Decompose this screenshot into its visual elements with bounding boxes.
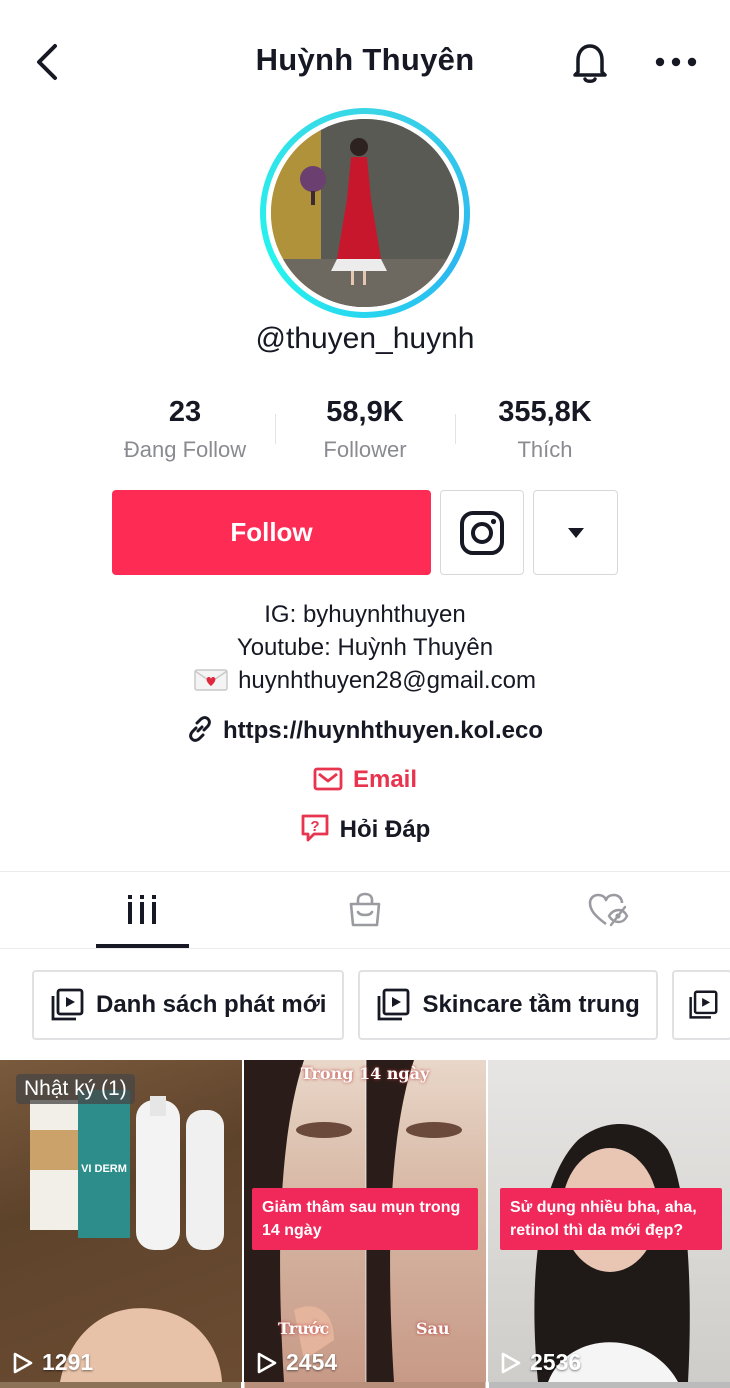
view-count: 2536 (500, 1349, 581, 1376)
playlist-icon (378, 988, 410, 1021)
profile-link[interactable]: https://huynhthuyen.kol.eco (0, 714, 730, 748)
hidden-heart-icon (589, 893, 629, 927)
after-label: Sau (416, 1319, 450, 1338)
view-count: 1291 (12, 1349, 93, 1376)
playlist-chip-partial[interactable] (671, 970, 730, 1040)
video-thumbnail[interactable]: Trong 14 ngày Giảm thâm sau mụn trong 14… (244, 1060, 486, 1382)
playlist-chip[interactable]: Danh sách phát mới (32, 970, 345, 1040)
playlist-icon (51, 988, 84, 1021)
playlist-icon (689, 990, 718, 1019)
love-letter-icon (194, 669, 228, 691)
username-handle: @thuyen_huynh (255, 322, 475, 355)
playlist-chip[interactable]: Skincare tầm trung (358, 970, 658, 1040)
following-label: Đang Follow (123, 437, 247, 462)
question-chat-icon: ? (301, 814, 329, 842)
play-outline-icon (501, 1352, 521, 1373)
bell-icon (573, 44, 607, 83)
play-outline-icon (257, 1352, 277, 1373)
svg-text:VI DERM: VI DERM (81, 1163, 127, 1175)
avatar-story-ring[interactable] (260, 108, 470, 318)
email-button[interactable]: Email (0, 763, 730, 797)
caret-down-icon (567, 527, 584, 538)
grid-icon (128, 895, 156, 924)
view-count: 2454 (256, 1349, 337, 1376)
shopping-bag-icon (349, 892, 381, 927)
profile-link-text: https://huynhthuyen.kol.eco (222, 717, 543, 744)
view-count-value: 2536 (530, 1349, 582, 1375)
bio-email-text: huynhthuyen28@gmail.com (238, 667, 536, 694)
product-brand-logo: VI DERM (81, 1163, 127, 1175)
qa-button[interactable]: ? Hỏi Đáp (0, 813, 730, 847)
tabs-divider-bottom (0, 948, 730, 949)
top-bar: Huỳnh Thuyên (0, 0, 730, 120)
next-video-row-peek (0, 1382, 730, 1388)
email-label: Email (352, 766, 418, 793)
playlist-row: Danh sách phát mới Skincare tầm trung (32, 970, 730, 1040)
playlist-label: Skincare tầm trung (422, 991, 640, 1018)
follower-label: Follower (323, 437, 407, 462)
svg-text:?: ? (310, 818, 319, 835)
bio: IG: byhuynhthuyen Youtube: Huỳnh Thuyên … (0, 598, 730, 697)
video-grid: VI DERM Nhật ký (1) 1291 Trong 14 ngày G… (0, 1060, 730, 1388)
mail-icon (313, 767, 343, 791)
tab-shop[interactable] (243, 872, 486, 948)
video-thumbnail[interactable]: VI DERM Nhật ký (1) 1291 (0, 1060, 242, 1382)
bio-line-youtube: Youtube: Huỳnh Thuyên (236, 634, 494, 661)
page-title: Huỳnh Thuyên (255, 42, 475, 77)
follower-stat[interactable]: 58,9K Follower (275, 392, 455, 472)
before-label: Trước (278, 1319, 330, 1338)
likes-count: 355,8K (498, 396, 592, 428)
playlist-label: Danh sách phát mới (96, 991, 327, 1018)
avatar (271, 119, 459, 307)
tab-videos[interactable] (0, 872, 243, 948)
bio-line-email: huynhthuyen28@gmail.com (0, 664, 730, 697)
skincare-products-image (30, 1090, 224, 1382)
diary-badge: Nhật ký (1) (16, 1074, 135, 1104)
follow-button[interactable]: Follow (112, 490, 431, 575)
following-count: 23 (168, 396, 202, 428)
more-options-button[interactable] (650, 42, 702, 82)
more-dots-icon (655, 57, 697, 67)
notification-button[interactable] (566, 38, 614, 86)
qa-label: Hỏi Đáp (339, 816, 431, 843)
tab-liked[interactable] (487, 872, 730, 948)
profile-photo-image (271, 119, 459, 307)
video-caption: Giảm thâm sau mụn trong 14 ngày (252, 1188, 478, 1250)
video-overlay-title: Trong 14 ngày (300, 1064, 430, 1083)
profile-stats: 23 Đang Follow 58,9K Follower 355,8K Thí… (95, 392, 635, 472)
play-outline-icon (13, 1352, 33, 1373)
instagram-button[interactable] (440, 490, 524, 575)
likes-stat[interactable]: 355,8K Thích (455, 392, 635, 472)
video-caption: Sử dụng nhiều bha, aha, retinol thì da m… (500, 1188, 722, 1250)
bio-line-ig: IG: byhuynhthuyen (264, 601, 466, 628)
suggested-accounts-button[interactable] (533, 490, 618, 575)
likes-label: Thích (517, 437, 573, 462)
view-count-value: 2454 (286, 1349, 338, 1375)
view-count-value: 1291 (42, 1349, 94, 1375)
follower-count: 58,9K (326, 396, 404, 428)
video-thumbnail[interactable]: Sử dụng nhiều bha, aha, retinol thì da m… (488, 1060, 730, 1382)
profile-tabs (0, 872, 730, 948)
instagram-icon (460, 510, 504, 555)
following-stat[interactable]: 23 Đang Follow (95, 392, 275, 472)
link-icon (189, 716, 211, 742)
